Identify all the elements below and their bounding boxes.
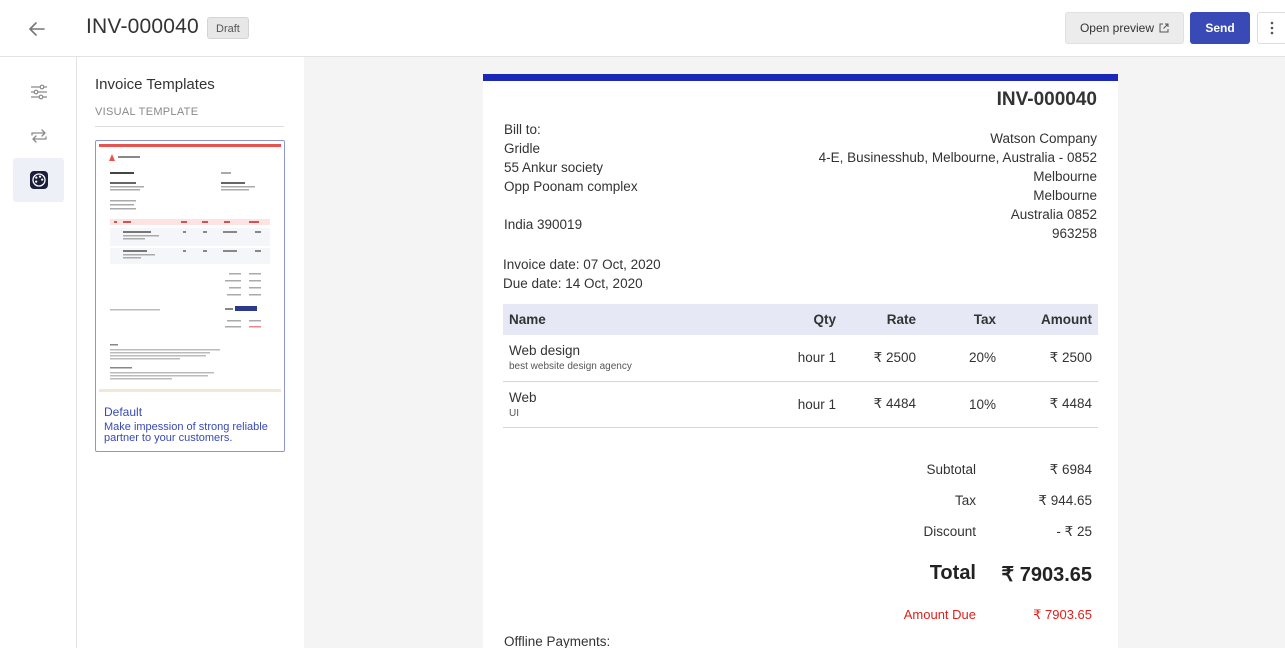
rail-item-settings[interactable] — [13, 70, 64, 114]
table-header-row: Name Qty Rate Tax Amount — [503, 304, 1098, 335]
rail-item-recurring[interactable] — [13, 114, 64, 158]
template-name: Default — [104, 405, 143, 419]
column-header-amount: Amount — [1002, 304, 1098, 335]
invoice-dates: Invoice date: 07 Oct, 2020 Due date: 14 … — [503, 255, 661, 293]
discount-label: Discount — [923, 524, 976, 539]
amount-due-value: ₹ 7903.65 — [1033, 607, 1092, 622]
item-qty: hour 1 — [768, 335, 842, 382]
column-header-name: Name — [503, 304, 768, 335]
total-label: Total — [929, 562, 976, 584]
panel-title: Invoice Templates — [95, 76, 215, 93]
column-header-rate: Rate — [842, 304, 922, 335]
item-amount: ₹ 4484 — [1002, 381, 1098, 428]
offline-payments-label: Offline Payments: — [504, 634, 611, 648]
invoice-preview-area: INV-000040 Bill to: Gridle 55 Ankur soci… — [304, 57, 1285, 648]
template-thumbnail — [99, 144, 281, 392]
more-options-button[interactable] — [1257, 12, 1285, 44]
item-description: best website design agency — [509, 361, 632, 373]
line-items-table: Name Qty Rate Tax Amount Web design best… — [503, 304, 1098, 428]
subtotal-value: ₹ 6984 — [1049, 462, 1092, 477]
item-qty: hour 1 — [768, 381, 842, 428]
tax-label: Tax — [954, 493, 976, 508]
bill-to-line — [504, 196, 638, 215]
bill-to-label: Bill to: — [504, 122, 541, 137]
item-rate: ₹ 4484 — [842, 381, 922, 428]
item-name-cell: Web design best website design agency — [503, 335, 768, 382]
sliders-icon — [30, 84, 47, 100]
template-description: Make impession of strong reliable partne… — [104, 421, 268, 444]
external-link-icon — [1159, 23, 1169, 33]
due-date: Due date: 14 Oct, 2020 — [503, 276, 643, 291]
item-rate: ₹ 2500 — [842, 335, 922, 382]
company-line: Melbourne — [1033, 169, 1097, 184]
send-button[interactable]: Send — [1190, 12, 1250, 44]
template-card-default[interactable]: Default Make impession of strong reliabl… — [95, 140, 285, 452]
bill-to-block: Bill to: Gridle 55 Ankur society Opp Poo… — [504, 120, 638, 234]
rail-item-templates[interactable] — [13, 158, 64, 202]
repeat-icon — [30, 129, 47, 143]
more-vertical-icon — [1270, 21, 1274, 35]
company-line: Australia 0852 — [1010, 207, 1097, 222]
settings-rail — [0, 57, 77, 648]
item-tax: 10% — [922, 381, 1002, 428]
company-address: Watson Company 4-E, Businesshub, Melbour… — [819, 129, 1097, 243]
palette-icon — [29, 171, 48, 189]
divider — [95, 126, 284, 127]
amount-due-label: Amount Due — [903, 607, 976, 622]
item-name-cell: Web UI — [503, 381, 768, 428]
template-preview-graphic — [99, 144, 281, 392]
page-title: INV-000040 — [86, 15, 199, 38]
item-description: UI — [509, 407, 519, 419]
status-badge: Draft — [207, 17, 249, 39]
invoice-number: INV-000040 — [996, 89, 1097, 110]
company-line: 963258 — [1051, 226, 1097, 241]
item-tax: 20% — [922, 335, 1002, 382]
invoice-date: Invoice date: 07 Oct, 2020 — [503, 257, 661, 272]
item-amount: ₹ 2500 — [1002, 335, 1098, 382]
company-line: 4-E, Businesshub, Melbourne, Australia -… — [818, 150, 1097, 165]
total-value: ₹ 7903.65 — [1001, 564, 1092, 586]
bill-to-line: 55 Ankur society — [504, 160, 604, 175]
subtotal-label: Subtotal — [926, 462, 976, 477]
bill-to-line: Opp Poonam complex — [504, 179, 638, 194]
company-line: Watson Company — [990, 131, 1097, 146]
arrow-left-icon — [29, 22, 45, 36]
table-row: Web design best website design agency ho… — [503, 335, 1098, 382]
templates-panel: Invoice Templates VISUAL TEMPLATE Defaul… — [77, 57, 304, 648]
tax-value: ₹ 944.65 — [1038, 493, 1092, 508]
discount-value: - ₹ 25 — [1056, 524, 1092, 539]
item-name: Web — [509, 389, 537, 405]
item-name: Web design — [509, 343, 581, 359]
column-header-tax: Tax — [922, 304, 1002, 335]
column-header-qty: Qty — [768, 304, 842, 335]
panel-subtitle: VISUAL TEMPLATE — [95, 106, 199, 118]
top-bar: INV-000040 Draft Open preview Send — [0, 0, 1285, 57]
open-preview-button[interactable]: Open preview — [1065, 12, 1184, 44]
bill-to-line: Gridle — [504, 141, 541, 156]
company-line: Melbourne — [1033, 188, 1097, 203]
back-button[interactable] — [24, 16, 50, 42]
open-preview-label: Open preview — [1079, 21, 1155, 35]
table-row: Web UI hour 1 ₹ 4484 10% ₹ 4484 — [503, 381, 1098, 428]
invoice-document: INV-000040 Bill to: Gridle 55 Ankur soci… — [483, 74, 1118, 648]
bill-to-line: India 390019 — [504, 217, 583, 232]
